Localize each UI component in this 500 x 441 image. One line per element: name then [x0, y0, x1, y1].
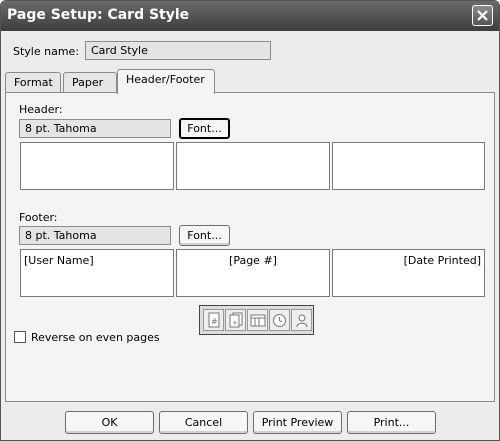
page-number-icon: #	[208, 312, 219, 328]
cancel-button[interactable]: Cancel	[159, 411, 248, 434]
header-font-display: 8 pt. Tahoma	[19, 119, 171, 138]
header-font-button-label: Font...	[187, 122, 222, 135]
ok-button[interactable]: OK	[65, 411, 154, 434]
print-preview-button[interactable]: Print Preview	[253, 411, 342, 434]
footer-left-section[interactable]: [User Name]	[20, 249, 174, 297]
print-button[interactable]: Print...	[347, 411, 436, 434]
footer-label: Footer:	[19, 211, 58, 224]
tab-header-footer[interactable]: Header/Footer	[117, 69, 215, 94]
reverse-even-pages-label: Reverse on even pages	[31, 331, 160, 344]
page-setup-dialog: Page Setup: Card Style Style name: Card …	[0, 0, 500, 441]
style-name-field[interactable]: Card Style	[85, 41, 271, 60]
ok-button-label: OK	[101, 416, 118, 429]
total-pages-icon: +	[229, 312, 242, 328]
user-name-icon	[296, 314, 307, 327]
tab-paper[interactable]: Paper	[63, 72, 117, 93]
insert-field-toolbar: # +	[199, 305, 314, 335]
style-name-label: Style name:	[13, 45, 80, 58]
footer-font-display: 8 pt. Tahoma	[19, 226, 171, 245]
date-icon	[250, 314, 265, 327]
reverse-even-pages-checkbox[interactable]	[14, 331, 26, 343]
close-icon	[477, 10, 488, 21]
svg-text:+: +	[232, 319, 238, 327]
header-footer-panel	[5, 92, 495, 402]
insert-total-pages-button[interactable]: +	[225, 309, 246, 331]
header-font-button[interactable]: Font...	[179, 118, 230, 139]
svg-text:#: #	[211, 317, 218, 326]
footer-font-button[interactable]: Font...	[179, 225, 230, 246]
header-left-section[interactable]	[20, 142, 174, 190]
title-bar: Page Setup: Card Style	[1, 1, 499, 31]
window-title: Page Setup: Card Style	[7, 7, 190, 23]
cancel-button-label: Cancel	[184, 416, 223, 429]
header-right-section[interactable]	[332, 142, 485, 190]
header-center-section[interactable]	[176, 142, 330, 190]
insert-user-name-button[interactable]	[291, 309, 312, 331]
insert-time-button[interactable]	[269, 309, 290, 331]
insert-date-button[interactable]	[247, 309, 268, 331]
header-label: Header:	[19, 103, 63, 116]
footer-center-section[interactable]: [Page #]	[176, 249, 330, 297]
print-button-label: Print...	[373, 416, 410, 429]
footer-right-section[interactable]: [Date Printed]	[332, 249, 485, 297]
print-preview-button-label: Print Preview	[261, 416, 334, 429]
tab-format[interactable]: Format	[5, 72, 61, 93]
close-button[interactable]	[472, 5, 493, 26]
time-icon	[273, 313, 286, 327]
footer-font-button-label: Font...	[187, 229, 222, 242]
insert-page-number-button[interactable]: #	[203, 309, 224, 331]
